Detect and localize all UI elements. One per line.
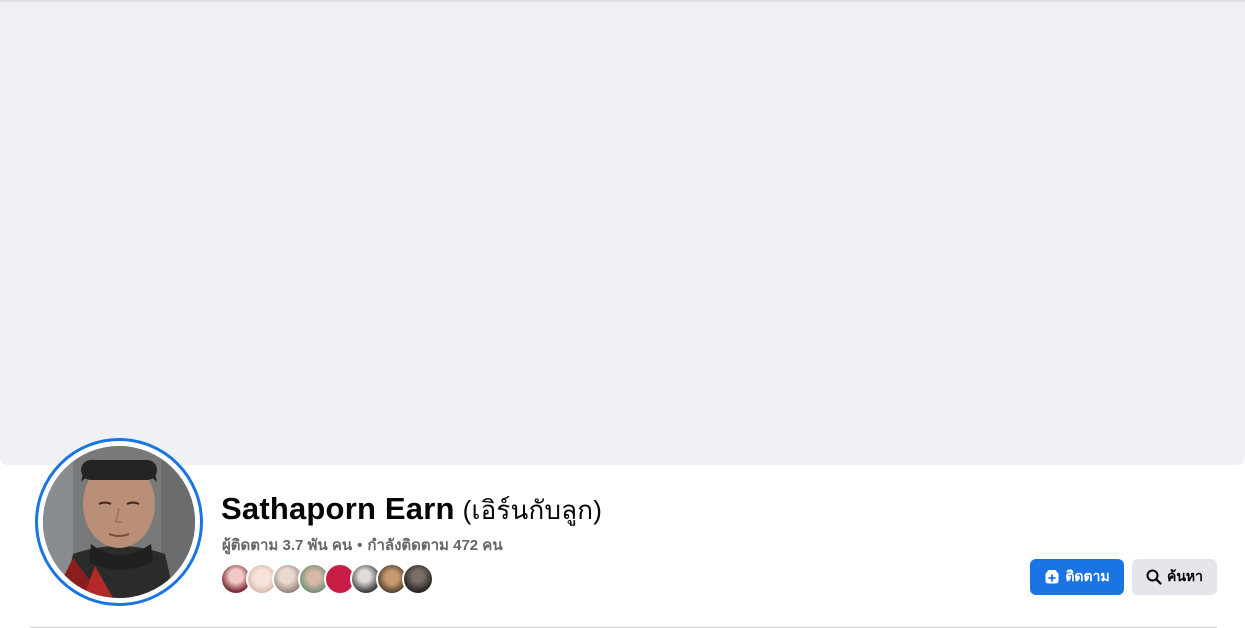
profile-stats: ผู้ติดตาม 3.7 พัน คน • กำลังติดตาม 472 คน — [222, 533, 503, 557]
profile-alternate-name: (เอิร์นกับลูก) — [462, 495, 603, 525]
follow-button-label: ติดตาม — [1065, 568, 1110, 584]
follow-plus-icon — [1044, 569, 1060, 585]
profile-name-text: Sathaporn Earn — [221, 491, 455, 526]
follow-button[interactable]: ติดตาม — [1030, 559, 1124, 595]
profile-page: Sathaporn Earn (เอิร์นกับลูก) ผู้ติดตาม 3… — [0, 0, 1245, 628]
profile-picture[interactable] — [43, 446, 195, 598]
followers-link[interactable]: ผู้ติดตาม 3.7 พัน คน — [222, 537, 352, 554]
stats-separator: • — [357, 537, 363, 554]
search-icon — [1146, 569, 1162, 585]
search-button[interactable]: ค้นหา — [1132, 559, 1217, 595]
follower-avatar[interactable] — [402, 563, 434, 595]
profile-picture-ring[interactable] — [35, 438, 203, 606]
search-button-label: ค้นหา — [1166, 568, 1204, 584]
follower-avatars — [220, 563, 434, 595]
profile-name: Sathaporn Earn (เอิร์นกับลูก) — [221, 490, 602, 531]
following-link[interactable]: กำลังติดตาม 472 คน — [367, 537, 502, 554]
cover-photo[interactable] — [0, 3, 1245, 465]
